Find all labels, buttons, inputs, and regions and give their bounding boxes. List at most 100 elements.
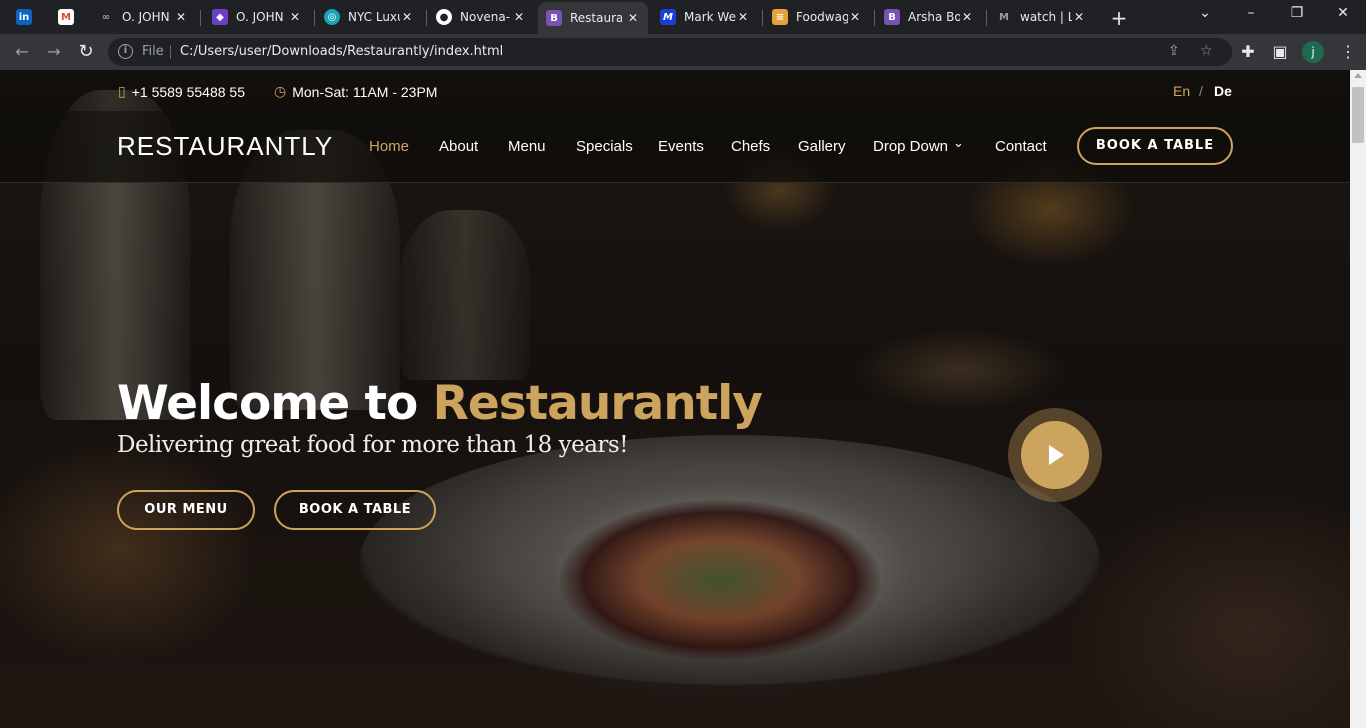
our-menu-button[interactable]: OUR MENU: [117, 490, 255, 530]
tab-separator: [986, 10, 987, 26]
browser-tab[interactable]: ● Novena- ✕: [428, 4, 534, 30]
book-table-hero-button[interactable]: BOOK A TABLE: [274, 490, 436, 530]
hero-subtitle: Delivering great food for more than 18 y…: [117, 432, 628, 458]
bootstrap-icon: B: [884, 9, 900, 25]
tab-title: O. JOHN: [236, 10, 284, 24]
phone-number: +1 5589 55488 55: [131, 83, 245, 100]
tab-title: Arsha Bo: [908, 10, 960, 24]
nav-about[interactable]: About: [439, 138, 478, 155]
site-logo[interactable]: RESTAURANTLY: [117, 131, 333, 162]
tab-separator: [314, 10, 315, 26]
close-icon[interactable]: ✕: [626, 11, 640, 25]
app-icon: ◆: [212, 9, 228, 25]
browser-tab[interactable]: M: [50, 4, 90, 30]
top-info-bar: ▯ +1 5589 55488 55 ◷ Mon-Sat: 11AM - 23P…: [0, 70, 1350, 111]
page-viewport: ▯ +1 5589 55488 55 ◷ Mon-Sat: 11AM - 23P…: [0, 70, 1350, 728]
close-icon[interactable]: ✕: [288, 10, 302, 24]
side-panel-icon[interactable]: ▣: [1268, 40, 1292, 64]
hours-info: ◷ Mon-Sat: 11AM - 23PM: [274, 83, 437, 100]
scrollbar-thumb[interactable]: [1352, 87, 1364, 143]
browser-tab[interactable]: ◎ NYC Luxu ✕: [316, 4, 422, 30]
close-icon[interactable]: ✕: [512, 10, 526, 24]
restore-icon[interactable]: ❐: [1282, 5, 1312, 21]
nav-events[interactable]: Events: [658, 138, 704, 155]
m-logo-icon: M: [999, 11, 1009, 23]
browser-tab-strip: in M ∞ O. JOHN ✕ ◆ O. JOHN ✕ ◎ NYC Luxu …: [0, 0, 1366, 34]
m-icon: M: [660, 9, 676, 25]
play-icon: [1049, 445, 1064, 465]
nav-specials[interactable]: Specials: [576, 138, 633, 155]
url-divider: [170, 45, 171, 59]
url-scheme: File: [142, 44, 164, 59]
extensions-icon[interactable]: ✚: [1236, 40, 1260, 64]
globe-icon: ◎: [324, 9, 340, 25]
tab-separator: [426, 10, 427, 26]
close-icon[interactable]: ✕: [736, 10, 750, 24]
browser-tab[interactable]: ∞ O. JOHN ✕: [90, 4, 196, 30]
phone-info: ▯ +1 5589 55488 55: [118, 83, 245, 100]
close-icon[interactable]: ✕: [174, 10, 188, 24]
bookmark-star-icon[interactable]: ☆: [1200, 43, 1213, 59]
lang-en-link[interactable]: En: [1173, 83, 1190, 99]
nav-gallery[interactable]: Gallery: [798, 138, 846, 155]
hero-title-prefix: Welcome to: [117, 376, 418, 431]
browser-tab[interactable]: ≡ Foodwag ✕: [764, 4, 870, 30]
close-icon[interactable]: ✕: [1072, 10, 1086, 24]
browser-tab[interactable]: M Mark We ✕: [652, 4, 758, 30]
page-scrollbar[interactable]: [1350, 70, 1366, 728]
tab-title: NYC Luxu: [348, 10, 400, 24]
address-bar[interactable]: i File C:/Users/user/Downloads/Restauran…: [108, 38, 1232, 66]
hero-title: Welcome to Restaurantly: [117, 376, 763, 431]
tab-title: Mark We: [684, 10, 736, 24]
browser-tab[interactable]: M watch | L ✕: [988, 4, 1094, 30]
browser-tab[interactable]: in: [8, 4, 48, 30]
meta-icon: ∞: [101, 11, 111, 23]
tab-separator: [874, 10, 875, 26]
globe-icon: ●: [436, 9, 452, 25]
nav-home[interactable]: Home: [369, 138, 409, 155]
nav-dropdown[interactable]: Drop Down: [873, 138, 948, 155]
close-icon[interactable]: ✕: [400, 10, 414, 24]
scroll-up-arrow-icon[interactable]: [1354, 73, 1362, 78]
forward-icon[interactable]: →: [42, 40, 66, 64]
lang-separator: /: [1199, 83, 1203, 99]
tab-title: watch | L: [1020, 10, 1072, 24]
tab-title: Foodwag: [796, 10, 848, 24]
tab-separator: [200, 10, 201, 26]
back-icon[interactable]: ←: [10, 40, 34, 64]
close-icon[interactable]: ✕: [848, 10, 862, 24]
menu-icon[interactable]: ⋮: [1336, 40, 1360, 64]
tab-separator: [762, 10, 763, 26]
nav-chefs[interactable]: Chefs: [731, 138, 770, 155]
minimize-icon[interactable]: –: [1236, 5, 1266, 21]
info-icon[interactable]: i: [118, 44, 133, 59]
linkedin-icon: in: [16, 9, 32, 25]
lang-de-link[interactable]: De: [1214, 83, 1232, 99]
tab-search-icon[interactable]: ⌄: [1190, 5, 1220, 21]
site-header: RESTAURANTLY Home About Menu Specials Ev…: [0, 111, 1350, 183]
gmail-icon: M: [58, 9, 74, 25]
opening-hours: Mon-Sat: 11AM - 23PM: [292, 83, 438, 100]
tab-title: Novena-: [460, 10, 511, 24]
close-window-icon[interactable]: ✕: [1328, 5, 1358, 21]
play-button-circle[interactable]: [1021, 421, 1089, 489]
profile-avatar[interactable]: j: [1302, 41, 1324, 63]
clock-icon: ◷: [274, 83, 287, 99]
bootstrap-icon: B: [546, 10, 562, 26]
browser-tab[interactable]: B Arsha Bo ✕: [876, 4, 982, 30]
play-video-button[interactable]: [1008, 408, 1102, 502]
browser-tab-active[interactable]: B Restauran ✕: [538, 2, 648, 34]
share-icon[interactable]: ⇪: [1168, 43, 1180, 59]
reload-icon[interactable]: ↻: [74, 40, 98, 64]
tab-title: O. JOHN: [122, 10, 170, 24]
burger-icon: ≡: [772, 9, 788, 25]
browser-tab[interactable]: ◆ O. JOHN ✕: [204, 4, 310, 30]
phone-icon: ▯: [118, 83, 126, 99]
url-text[interactable]: C:/Users/user/Downloads/Restaurantly/ind…: [180, 44, 503, 59]
nav-contact[interactable]: Contact: [995, 138, 1047, 155]
close-icon[interactable]: ✕: [960, 10, 974, 24]
chevron-down-icon[interactable]: ⌄: [953, 136, 964, 151]
book-table-header-button[interactable]: BOOK A TABLE: [1077, 127, 1233, 165]
new-tab-button[interactable]: +: [1108, 6, 1130, 30]
nav-menu[interactable]: Menu: [508, 138, 546, 155]
